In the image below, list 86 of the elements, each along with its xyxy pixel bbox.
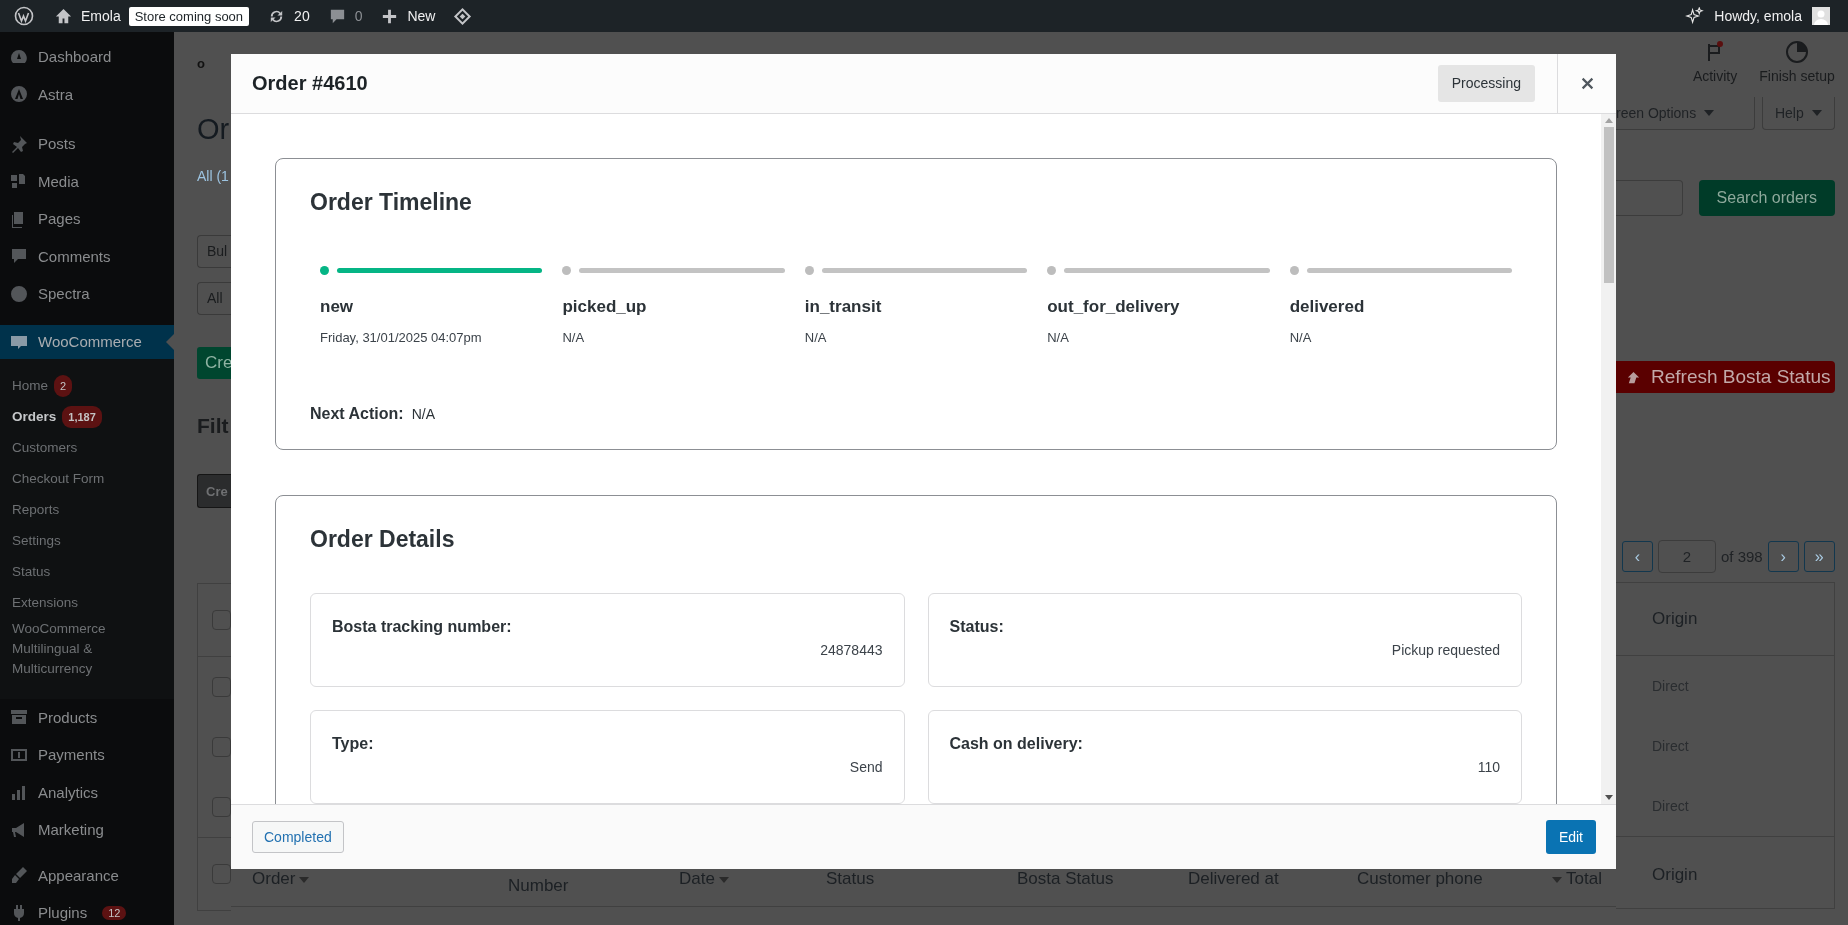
sidebar-item[interactable]: Spectra [0, 275, 174, 313]
count-badge: 1,187 [62, 406, 102, 428]
step-label: new [320, 297, 355, 317]
sidebar-item[interactable]: Pages [0, 200, 174, 238]
menu-icon [9, 865, 29, 886]
next-action-value: N/A [411, 406, 435, 422]
detail-label: Bosta tracking number: [332, 618, 513, 636]
caret-icon [1811, 110, 1822, 116]
sort-arrow-icon[interactable] [299, 877, 310, 883]
step-date: Friday, 31/01/2025 04:07pm [320, 330, 483, 345]
card-title: Order Details [310, 526, 456, 553]
detail-value: 24878443 [820, 642, 883, 658]
greeting-link[interactable]: Howdy, emola [1714, 8, 1802, 24]
sidebar-item[interactable]: Media [0, 162, 174, 200]
count-badge: 12 [102, 905, 127, 920]
submenu-item[interactable]: Home 2 [0, 370, 174, 402]
refresh-status-button[interactable]: Refresh Bosta Status [1616, 361, 1835, 393]
step-date: N/A [562, 330, 586, 345]
sidebar-item[interactable]: Appearance [0, 856, 174, 894]
diamond-icon[interactable] [453, 6, 473, 26]
avatar-icon[interactable] [1812, 7, 1830, 25]
completed-button[interactable]: Completed [252, 821, 344, 853]
step-date: N/A [1047, 330, 1070, 345]
previous-page-button[interactable]: ‹ [1622, 541, 1653, 572]
next-page-button[interactable]: › [1767, 541, 1799, 572]
caret-icon [1704, 110, 1715, 116]
menu-icon [9, 84, 29, 105]
submenu-item[interactable]: Status [0, 556, 174, 588]
submenu-item[interactable]: Reports [0, 494, 174, 526]
close-icon[interactable] [1580, 77, 1594, 90]
submenu-item[interactable]: Checkout Form [0, 463, 174, 495]
sidebar-item[interactable]: Posts [0, 125, 174, 163]
step-label: out_for_delivery [1047, 297, 1181, 317]
submenu-item[interactable]: Settings [0, 525, 174, 557]
submenu-item[interactable]: Customers [0, 432, 174, 464]
site-name-link[interactable]: Emola [81, 8, 121, 24]
new-link[interactable]: New [407, 8, 436, 24]
filter-button[interactable]: Cre [197, 474, 231, 508]
page-header-title: o [197, 56, 205, 71]
step-date: N/A [1289, 330, 1313, 345]
create-button[interactable]: Cre [197, 347, 231, 379]
next-action-label: Next Action: [310, 405, 404, 423]
menu-icon [9, 283, 29, 304]
search-orders-button[interactable]: Search orders [1699, 180, 1835, 216]
arrow-icon [1626, 369, 1641, 385]
sidebar-item[interactable]: Astra [0, 75, 174, 113]
sidebar-item[interactable]: Analytics [0, 773, 174, 811]
last-page-button[interactable]: » [1803, 541, 1835, 572]
submenu-item[interactable]: Orders 1,187 [0, 401, 174, 433]
status-badge: Processing [1437, 65, 1535, 102]
sidebar-item[interactable]: Marketing [0, 811, 174, 849]
sidebar-item[interactable]: Products [0, 698, 174, 736]
search-field[interactable] [1616, 180, 1683, 216]
count-badge: 2 [54, 375, 73, 397]
step-label: delivered [1289, 297, 1366, 317]
sparkle-icon[interactable] [1685, 6, 1705, 26]
card-title: Order Timeline [310, 189, 473, 216]
step-date: N/A [804, 330, 828, 345]
detail-label: Status: [949, 618, 1005, 636]
sidebar-item[interactable]: Comments [0, 237, 174, 275]
detail-value: Pickup requested [1391, 642, 1500, 658]
detail-value: Send [849, 759, 883, 775]
sort-arrow-icon[interactable] [718, 877, 729, 883]
wordpress-logo-icon[interactable] [14, 6, 34, 26]
page-title: Or [197, 113, 230, 146]
home-icon[interactable] [54, 6, 73, 26]
sort-arrow-icon[interactable] [1552, 877, 1562, 883]
sidebar-item[interactable]: WooCommerce [0, 324, 174, 359]
detail-label: Type: [332, 735, 375, 753]
sidebar-item[interactable]: Plugins 12 [0, 894, 174, 925]
detail-label: Cash on delivery: [949, 735, 1084, 753]
edit-button[interactable]: Edit [1545, 820, 1596, 854]
submenu-item[interactable]: Extensions [0, 587, 174, 619]
progress-circle-icon[interactable] [1784, 40, 1809, 64]
sidebar-item[interactable]: Payments [0, 736, 174, 774]
comments-count[interactable]: 0 [354, 8, 363, 24]
status-filter-link[interactable]: All (1 [197, 168, 229, 184]
sidebar-item[interactable]: Dashboard [0, 38, 174, 76]
updates-count[interactable]: 20 [294, 8, 310, 24]
store-status-badge[interactable]: Store coming soon [128, 6, 250, 26]
modal-title: Order #4610 [252, 72, 369, 95]
detail-value: 110 [1477, 759, 1500, 775]
step-label: picked_up [562, 297, 648, 317]
scrollbar[interactable] [1601, 114, 1616, 804]
step-label: in_transit [804, 297, 883, 317]
submenu-item[interactable]: WooCommerce Multilingual & Multicurrency [0, 618, 174, 679]
